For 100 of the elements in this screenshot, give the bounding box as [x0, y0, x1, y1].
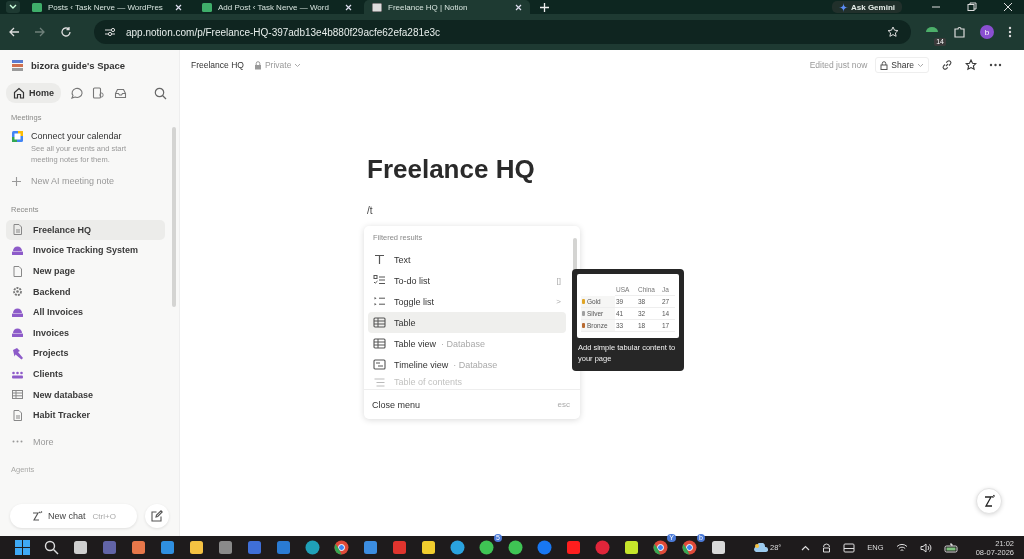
link-icon[interactable] [941, 59, 953, 71]
menu-item[interactable]: Toggle list > [368, 291, 566, 312]
chat-icon[interactable] [70, 86, 83, 100]
meeting-notes-icon[interactable] [92, 86, 105, 100]
new-chat-button[interactable]: New chat Ctrl+O [10, 504, 137, 528]
browser-tab[interactable]: Posts ‹ Task Nerve — WordPres [24, 0, 190, 14]
chevron-up-icon[interactable] [801, 544, 811, 551]
home-button[interactable]: Home [6, 83, 61, 103]
battery-icon[interactable] [943, 542, 958, 553]
caret-icon [294, 62, 302, 68]
volume-icon[interactable] [919, 542, 932, 553]
app-icon[interactable] [189, 540, 204, 555]
ask-gemini-button[interactable]: Ask Gemini [832, 1, 902, 13]
table-icon [11, 388, 24, 402]
menu-item[interactable]: Table view · Database [368, 333, 566, 354]
new-tab-icon[interactable] [540, 2, 549, 12]
menu-item[interactable]: Text [368, 249, 566, 270]
restore-icon[interactable] [967, 2, 977, 12]
favorite-star-icon[interactable] [965, 59, 977, 71]
document-icon [11, 223, 24, 237]
search-icon[interactable] [44, 540, 59, 555]
app-icon[interactable] [653, 540, 668, 555]
workspace-name[interactable]: bizora guide's Space [31, 59, 126, 71]
close-icon[interactable] [175, 3, 182, 11]
browser-tab[interactable]: Add Post ‹ Task Nerve — Word [194, 0, 360, 14]
close-icon[interactable] [1003, 2, 1013, 12]
sidebar-item[interactable]: Habit Tracker [6, 404, 165, 426]
edited-status: Edited just now [809, 60, 868, 70]
workspace-icon [12, 59, 23, 71]
app-icon[interactable] [508, 540, 523, 555]
scrollbar[interactable] [172, 127, 176, 307]
bookmark-star-icon[interactable] [887, 26, 899, 38]
plus-icon [11, 175, 22, 187]
app-icon[interactable] [160, 540, 175, 555]
reload-icon[interactable] [60, 26, 72, 38]
headset-icon[interactable] [822, 542, 832, 553]
document-icon [11, 408, 24, 422]
url-text: app.notion.com/p/Freelance-HQ-397adb13e4b880f29acfe62efa281e3c [126, 26, 441, 38]
close-menu-item[interactable]: Close menu esc [364, 389, 580, 419]
sidebar-item[interactable]: Clients [6, 363, 165, 385]
cloud-sun-icon [754, 542, 768, 553]
sidebar-item[interactable]: Projects [6, 343, 165, 364]
wifi-icon[interactable] [895, 542, 908, 553]
gear-icon [11, 285, 24, 299]
sidebar-item[interactable]: Freelance HQ [6, 219, 165, 241]
menu-item[interactable]: To-do list [] [368, 270, 566, 291]
app-icon[interactable] [421, 540, 436, 555]
menu-icon[interactable] [1008, 26, 1012, 38]
app-icon[interactable] [624, 540, 639, 555]
app-icon[interactable] [363, 540, 378, 555]
page-title[interactable]: Freelance HQ [367, 154, 1024, 185]
connect-calendar-link[interactable]: Connect your calendar [31, 131, 141, 141]
sidebar-item[interactable]: Invoices [6, 322, 165, 344]
inbox-icon[interactable] [114, 86, 127, 100]
app-icon[interactable] [131, 540, 146, 555]
close-icon[interactable] [345, 3, 352, 11]
sidebar-item[interactable]: New page [6, 260, 165, 282]
compose-button[interactable] [145, 504, 169, 528]
page-icon [11, 264, 24, 278]
favicon-icon [372, 2, 382, 12]
favicon-icon [202, 2, 212, 12]
app-icon[interactable] [334, 540, 349, 555]
checklist-icon [373, 274, 386, 287]
command-text[interactable]: /t [367, 205, 1024, 216]
page-breadcrumb[interactable]: Freelance HQ [191, 60, 244, 70]
sidebar-item[interactable]: Backend [6, 281, 165, 302]
share-button[interactable]: Share [875, 57, 929, 73]
site-settings-icon[interactable] [104, 26, 116, 38]
menu-item[interactable]: Timeline view · Database [368, 354, 566, 375]
app-icon[interactable] [450, 540, 465, 555]
sidebar-item[interactable]: Invoice Tracking System [6, 240, 165, 261]
contents-icon [373, 375, 386, 389]
database-icon [11, 326, 24, 340]
app-icon[interactable] [711, 540, 726, 555]
tab-list-icon[interactable] [6, 1, 20, 13]
app-icon[interactable] [305, 540, 320, 555]
app-icon[interactable] [479, 540, 494, 555]
extensions-icon[interactable] [953, 25, 966, 39]
more-icon[interactable] [989, 63, 1002, 67]
sidebar-item[interactable]: All Invoices [6, 301, 165, 323]
text-icon [373, 253, 386, 266]
sparkle-icon [839, 2, 848, 12]
hammer-icon [11, 346, 24, 360]
menu-item[interactable]: Table [368, 312, 566, 333]
sidebar-item[interactable]: New database [6, 384, 165, 405]
browser-tab[interactable]: Freelance HQ | Notion [364, 0, 530, 14]
ai-assistant-button[interactable] [976, 488, 1002, 514]
caret-icon [917, 62, 924, 68]
app-icon[interactable] [73, 540, 88, 555]
windows-icon[interactable] [15, 540, 30, 555]
tablet-icon[interactable] [843, 542, 856, 553]
calendar-icon [12, 131, 23, 142]
table-icon [373, 316, 386, 329]
back-icon[interactable] [8, 26, 20, 38]
app-icon[interactable] [218, 540, 233, 555]
app-icon[interactable] [682, 540, 697, 555]
forward-icon[interactable] [34, 26, 46, 38]
close-icon[interactable] [515, 3, 522, 11]
address-bar[interactable]: app.notion.com/p/Freelance-HQ-397adb13e4b880f29acfe62efa281e3c [94, 20, 911, 44]
profile-avatar[interactable]: b [980, 25, 994, 39]
